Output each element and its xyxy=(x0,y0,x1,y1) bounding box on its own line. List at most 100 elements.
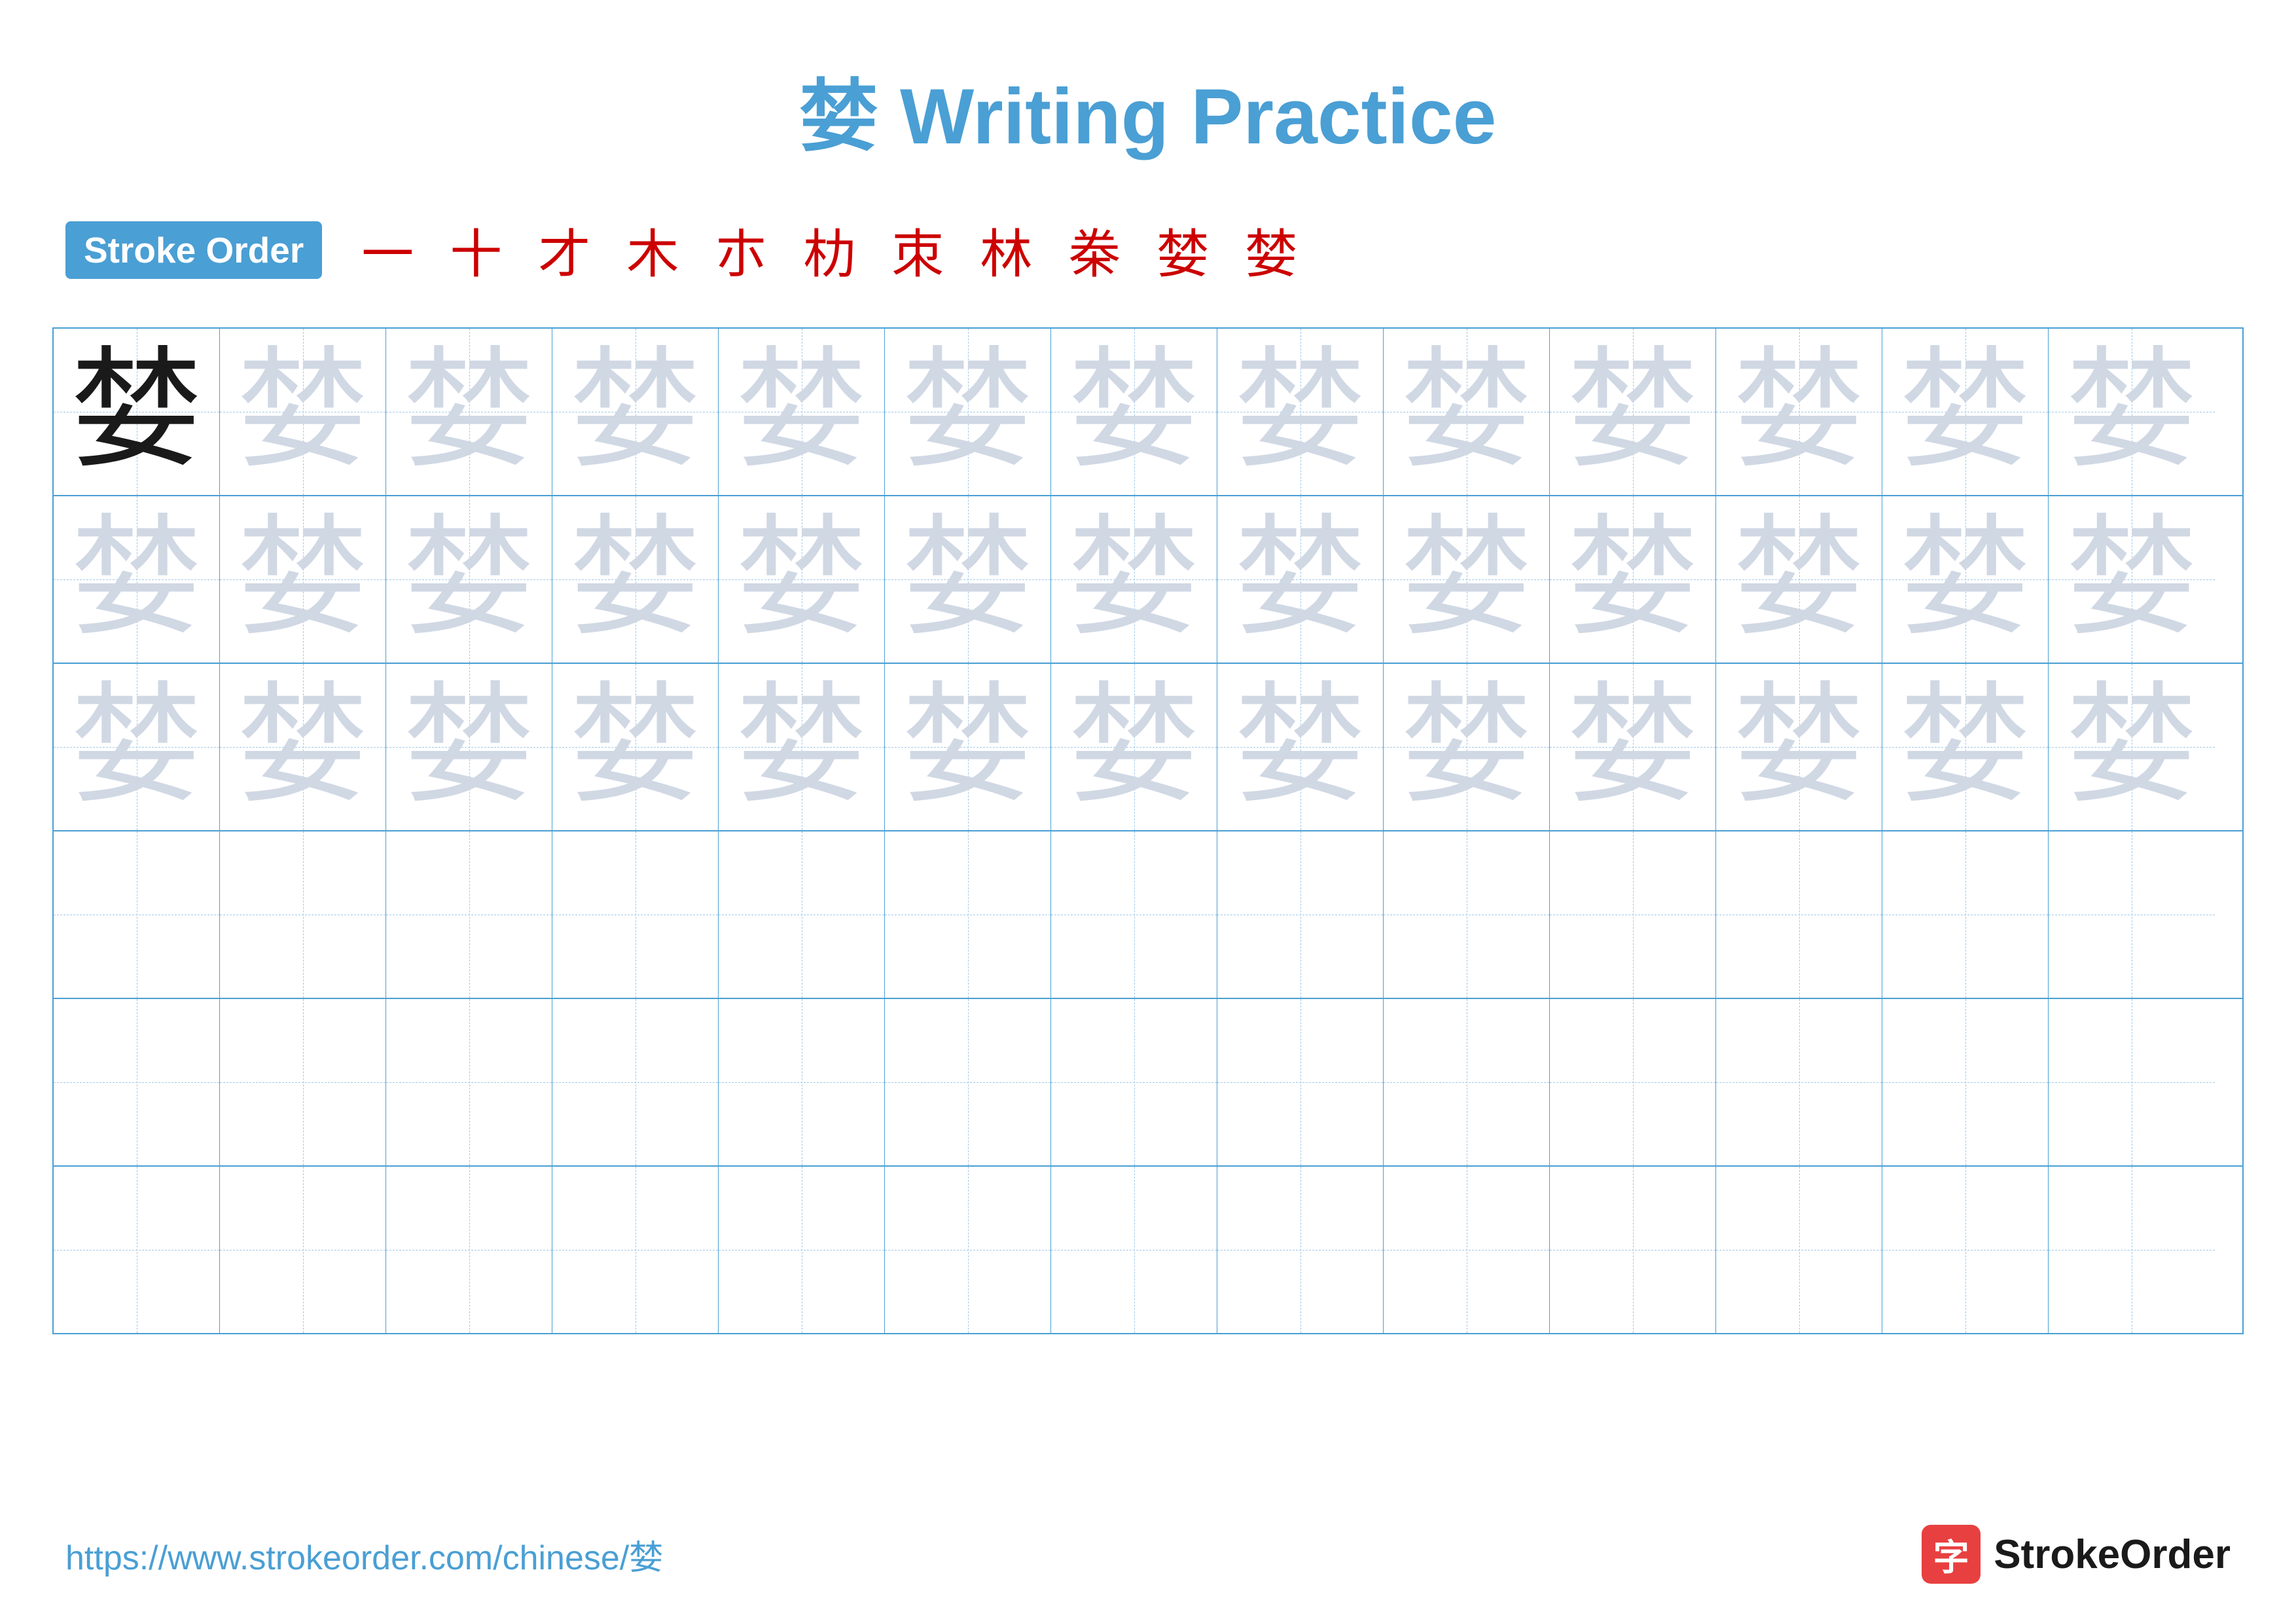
grid-cell-1-4[interactable]: 婪 xyxy=(552,329,719,495)
practice-char-light: 婪 xyxy=(2066,514,2197,645)
grid-row-6 xyxy=(54,1167,2242,1333)
grid-cell-4-8[interactable] xyxy=(1217,831,1384,998)
grid-cell-5-7[interactable] xyxy=(1051,999,1217,1165)
practice-char-light: 婪 xyxy=(1733,682,1864,812)
grid-cell-4-7[interactable] xyxy=(1051,831,1217,998)
grid-cell-2-7[interactable]: 婪 xyxy=(1051,496,1217,663)
grid-cell-3-3[interactable]: 婪 xyxy=(386,664,552,830)
practice-char-light: 婪 xyxy=(2066,682,2197,812)
grid-cell-4-4[interactable] xyxy=(552,831,719,998)
grid-cell-3-8[interactable]: 婪 xyxy=(1217,664,1384,830)
grid-row-1: 婪 婪 婪 婪 婪 婪 婪 婪 婪 婪 婪 婪 婪 xyxy=(54,329,2242,496)
practice-char-light: 婪 xyxy=(1567,346,1698,477)
grid-cell-1-11[interactable]: 婪 xyxy=(1716,329,1882,495)
grid-cell-6-3[interactable] xyxy=(386,1167,552,1333)
grid-cell-6-7[interactable] xyxy=(1051,1167,1217,1333)
grid-cell-2-2[interactable]: 婪 xyxy=(220,496,386,663)
grid-cell-2-9[interactable]: 婪 xyxy=(1384,496,1550,663)
grid-cell-3-12[interactable]: 婪 xyxy=(1882,664,2049,830)
grid-cell-1-6[interactable]: 婪 xyxy=(885,329,1051,495)
grid-cell-3-2[interactable]: 婪 xyxy=(220,664,386,830)
grid-cell-6-13[interactable] xyxy=(2049,1167,2215,1333)
grid-cell-2-4[interactable]: 婪 xyxy=(552,496,719,663)
grid-cell-5-11[interactable] xyxy=(1716,999,1882,1165)
title-english: Writing Practice xyxy=(900,73,1496,160)
grid-cell-6-5[interactable] xyxy=(719,1167,885,1333)
practice-char-light: 婪 xyxy=(403,682,534,812)
grid-cell-1-12[interactable]: 婪 xyxy=(1882,329,2049,495)
grid-cell-1-8[interactable]: 婪 xyxy=(1217,329,1384,495)
grid-cell-5-5[interactable] xyxy=(719,999,885,1165)
grid-cell-6-8[interactable] xyxy=(1217,1167,1384,1333)
grid-cell-5-3[interactable] xyxy=(386,999,552,1165)
grid-cell-2-12[interactable]: 婪 xyxy=(1882,496,2049,663)
grid-cell-6-9[interactable] xyxy=(1384,1167,1550,1333)
stroke-11: 婪 xyxy=(1245,212,1297,288)
grid-cell-6-11[interactable] xyxy=(1716,1167,1882,1333)
practice-char-light: 婪 xyxy=(1899,346,2030,477)
grid-cell-2-3[interactable]: 婪 xyxy=(386,496,552,663)
grid-cell-4-2[interactable] xyxy=(220,831,386,998)
grid-cell-1-13[interactable]: 婪 xyxy=(2049,329,2215,495)
grid-cell-5-6[interactable] xyxy=(885,999,1051,1165)
grid-cell-5-8[interactable] xyxy=(1217,999,1384,1165)
grid-cell-4-5[interactable] xyxy=(719,831,885,998)
grid-cell-3-4[interactable]: 婪 xyxy=(552,664,719,830)
grid-cell-4-6[interactable] xyxy=(885,831,1051,998)
grid-cell-4-13[interactable] xyxy=(2049,831,2215,998)
grid-cell-5-1[interactable] xyxy=(54,999,220,1165)
grid-cell-2-5[interactable]: 婪 xyxy=(719,496,885,663)
grid-cell-5-9[interactable] xyxy=(1384,999,1550,1165)
grid-cell-5-12[interactable] xyxy=(1882,999,2049,1165)
grid-cell-3-6[interactable]: 婪 xyxy=(885,664,1051,830)
stroke-1: 一 xyxy=(361,212,414,288)
practice-char-light: 婪 xyxy=(1234,682,1365,812)
grid-cell-6-6[interactable] xyxy=(885,1167,1051,1333)
grid-cell-1-1[interactable]: 婪 xyxy=(54,329,220,495)
grid-cell-1-2[interactable]: 婪 xyxy=(220,329,386,495)
grid-cell-6-10[interactable] xyxy=(1550,1167,1716,1333)
grid-cell-1-10[interactable]: 婪 xyxy=(1550,329,1716,495)
grid-cell-4-10[interactable] xyxy=(1550,831,1716,998)
grid-cell-4-1[interactable] xyxy=(54,831,220,998)
grid-cell-4-3[interactable] xyxy=(386,831,552,998)
grid-cell-2-10[interactable]: 婪 xyxy=(1550,496,1716,663)
grid-cell-2-11[interactable]: 婪 xyxy=(1716,496,1882,663)
practice-char-light: 婪 xyxy=(1068,346,1199,477)
grid-cell-6-12[interactable] xyxy=(1882,1167,2049,1333)
grid-cell-2-6[interactable]: 婪 xyxy=(885,496,1051,663)
grid-cell-6-2[interactable] xyxy=(220,1167,386,1333)
grid-cell-3-1[interactable]: 婪 xyxy=(54,664,220,830)
grid-cell-3-10[interactable]: 婪 xyxy=(1550,664,1716,830)
grid-cell-1-7[interactable]: 婪 xyxy=(1051,329,1217,495)
grid-row-2: 婪 婪 婪 婪 婪 婪 婪 婪 婪 婪 婪 婪 婪 xyxy=(54,496,2242,664)
grid-cell-3-9[interactable]: 婪 xyxy=(1384,664,1550,830)
grid-cell-3-13[interactable]: 婪 xyxy=(2049,664,2215,830)
grid-cell-6-4[interactable] xyxy=(552,1167,719,1333)
grid-cell-5-13[interactable] xyxy=(2049,999,2215,1165)
footer-url-link[interactable]: https://www.strokeorder.com/chinese/婪 xyxy=(65,1530,663,1579)
grid-cell-4-9[interactable] xyxy=(1384,831,1550,998)
grid-cell-1-3[interactable]: 婪 xyxy=(386,329,552,495)
grid-cell-6-1[interactable] xyxy=(54,1167,220,1333)
grid-cell-3-5[interactable]: 婪 xyxy=(719,664,885,830)
grid-cell-1-9[interactable]: 婪 xyxy=(1384,329,1550,495)
grid-cell-4-11[interactable] xyxy=(1716,831,1882,998)
grid-cell-5-4[interactable] xyxy=(552,999,719,1165)
practice-char-light: 婪 xyxy=(569,514,700,645)
logo-label: StrokeOrder xyxy=(1994,1531,2231,1578)
grid-cell-3-11[interactable]: 婪 xyxy=(1716,664,1882,830)
title-chinese-char: 婪 xyxy=(800,73,900,160)
practice-char-dark: 婪 xyxy=(71,346,202,477)
footer: https://www.strokeorder.com/chinese/婪 字 … xyxy=(0,1525,2296,1584)
practice-char-light: 婪 xyxy=(902,682,1033,812)
grid-cell-5-2[interactable] xyxy=(220,999,386,1165)
grid-cell-2-1[interactable]: 婪 xyxy=(54,496,220,663)
grid-cell-1-5[interactable]: 婪 xyxy=(719,329,885,495)
stroke-7: 朿 xyxy=(891,212,944,288)
grid-cell-5-10[interactable] xyxy=(1550,999,1716,1165)
grid-cell-2-8[interactable]: 婪 xyxy=(1217,496,1384,663)
grid-cell-2-13[interactable]: 婪 xyxy=(2049,496,2215,663)
grid-cell-3-7[interactable]: 婪 xyxy=(1051,664,1217,830)
grid-cell-4-12[interactable] xyxy=(1882,831,2049,998)
